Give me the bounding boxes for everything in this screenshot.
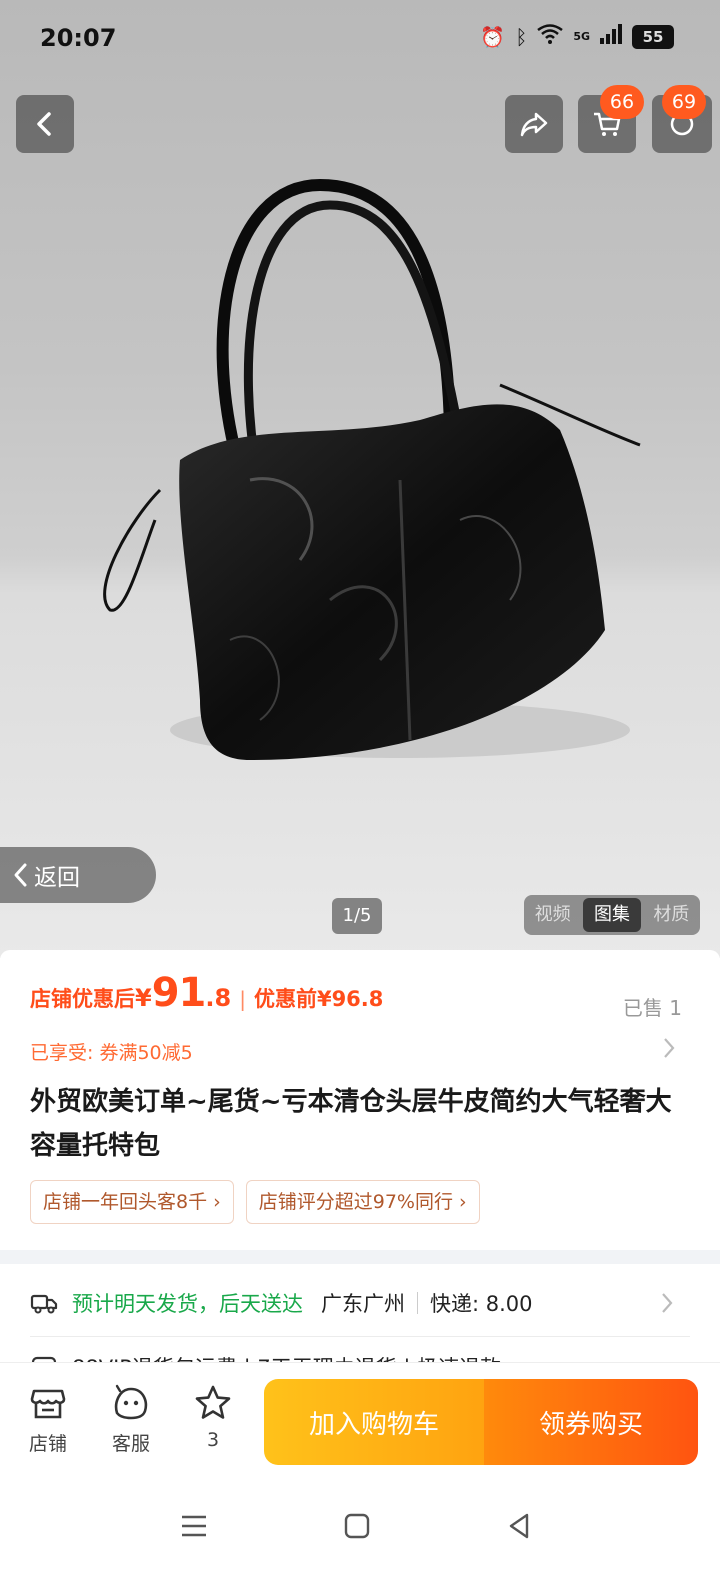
currency-symbol: ¥: [135, 984, 152, 1012]
coupon-enjoyed[interactable]: 已享受: 券满50减5: [30, 1038, 193, 1065]
status-time: 20:07: [40, 24, 117, 52]
delivery-truck-icon: [30, 1294, 58, 1314]
favorite-button[interactable]: 3: [183, 1383, 243, 1451]
customer-service-button[interactable]: 客服: [101, 1383, 161, 1456]
tag-shop-rating[interactable]: 店铺评分超过97%同行 ›: [245, 1180, 480, 1224]
signal-icon: [600, 24, 622, 49]
shop-button[interactable]: 店铺: [18, 1383, 78, 1456]
message-badge: 69: [662, 85, 706, 119]
store-icon: [30, 1389, 66, 1419]
return-label: 返回: [34, 865, 80, 891]
message-button[interactable]: 69: [652, 85, 712, 153]
home-icon[interactable]: [341, 1510, 373, 1542]
tab-gallery[interactable]: 图集: [583, 898, 641, 932]
tag-label: 店铺一年回头客8千: [43, 1191, 208, 1213]
shipping-estimate: 预计明天发货，后天送达: [72, 1292, 303, 1316]
chevron-right-icon[interactable]: [660, 1291, 674, 1315]
page-indicator: 1/5: [332, 898, 382, 934]
share-button[interactable]: [505, 95, 563, 153]
shipping-fee: 快递: 8.00: [430, 1292, 533, 1316]
chevron-right-icon[interactable]: [662, 1036, 676, 1060]
chevron-left-icon: [37, 112, 51, 136]
original-price: 优惠前¥96.8: [253, 987, 384, 1011]
media-tabs: 视频 图集 材质: [524, 895, 700, 935]
price-integer: 91: [151, 970, 207, 1016]
system-icons: ⏰ ᛒ 5G 55: [480, 24, 674, 49]
add-to-cart-button[interactable]: 加入购物车: [264, 1379, 484, 1465]
battery-indicator: 55: [632, 24, 674, 49]
share-icon: [520, 112, 548, 137]
cart-button[interactable]: 66: [578, 85, 644, 153]
shop-tags: 店铺一年回头客8千 › 店铺评分超过97%同行 ›: [30, 1180, 480, 1224]
shipping-row[interactable]: 预计明天发货，后天送达 广东广州 快递: 8.00: [30, 1280, 690, 1326]
divider: [30, 1336, 690, 1337]
product-image-gallery[interactable]: 20:07 ⏰ ᛒ 5G 55 66 69 返回 1/5 视频 图集 材质: [0, 0, 720, 958]
coupon-buy-button[interactable]: 领券购买: [484, 1379, 698, 1465]
cart-badge: 66: [600, 85, 644, 119]
price-decimal: .8: [205, 984, 232, 1012]
customer-service-icon: [114, 1384, 148, 1420]
wifi-icon: [537, 24, 564, 49]
shop-label: 店铺: [28, 1433, 67, 1455]
tag-label: 店铺评分超过97%同行: [258, 1191, 453, 1213]
chevron-left-icon: [14, 863, 27, 887]
shop-discount-label: 店铺优惠后: [30, 987, 135, 1011]
status-bar: 20:07 ⏰ ᛒ 5G 55: [0, 0, 720, 76]
service-label: 客服: [111, 1433, 150, 1455]
shipping-location: 广东广州: [321, 1292, 405, 1316]
bottom-action-bar: 店铺 客服 3 加入购物车 领券购买: [0, 1362, 720, 1472]
back-button[interactable]: [16, 95, 74, 153]
section-divider: [0, 1250, 720, 1264]
price-separator: |: [239, 987, 246, 1011]
tag-repeat-customers[interactable]: 店铺一年回头客8千 ›: [30, 1180, 234, 1224]
product-title: 外贸欧美订单~尾货~亏本清仓头层牛皮简约大气轻奢大容量托特包: [30, 1087, 672, 1161]
favorite-count: 3: [206, 1429, 220, 1451]
price-row: 店铺优惠后 ¥ 91 .8 | 优惠前¥96.8: [30, 970, 383, 1016]
return-button[interactable]: 返回: [0, 847, 156, 903]
menu-icon[interactable]: [178, 1510, 210, 1542]
network-type: 5G: [573, 29, 590, 43]
alarm-icon: ⏰: [480, 24, 506, 49]
bluetooth-icon: ᛒ: [515, 24, 528, 49]
system-nav-bar: [0, 1472, 720, 1584]
product-info: 店铺优惠后 ¥ 91 .8 | 优惠前¥96.8 已售 1 已享受: 券满50减…: [0, 950, 720, 1250]
divider: [417, 1292, 418, 1314]
tab-video[interactable]: 视频: [524, 895, 581, 935]
star-icon: [195, 1385, 231, 1419]
back-nav-icon[interactable]: [503, 1510, 535, 1542]
tab-material[interactable]: 材质: [643, 895, 700, 935]
sold-count: 已售 1: [622, 996, 682, 1020]
